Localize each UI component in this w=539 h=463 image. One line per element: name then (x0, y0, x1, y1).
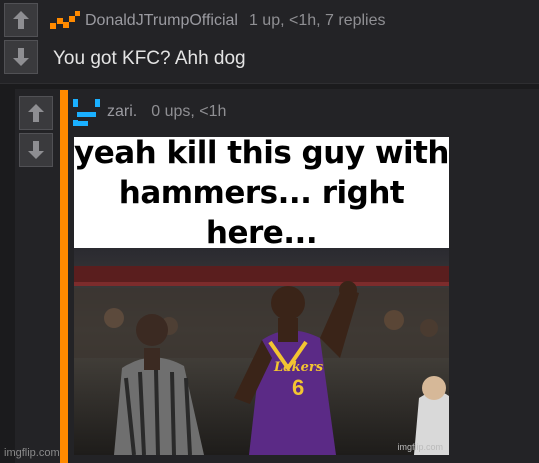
jersey-number: 6 (292, 375, 305, 400)
reply-stats: 0 ups, <1h (151, 103, 227, 120)
reply-vote-controls (19, 96, 53, 167)
imgflip-watermark: imgflip.com (4, 447, 60, 459)
reply-thread-bar (60, 90, 68, 463)
downvote-button[interactable] (4, 40, 38, 74)
vote-controls (4, 3, 38, 74)
arrow-down-icon (28, 141, 44, 159)
blue-bracket-avatar-icon[interactable] (73, 99, 101, 127)
comment-top: DonaldJTrumpOfficial 1 up, <1h, 7 replies… (0, 0, 539, 84)
meme-caption-line-2: hammers... right here... (118, 174, 405, 251)
comment-meta: DonaldJTrumpOfficial 1 up, <1h, 7 replies (85, 12, 386, 30)
upvote-button[interactable] (4, 3, 38, 37)
arrow-up-icon (13, 11, 29, 29)
basketball-photo (74, 248, 449, 455)
arrow-down-icon (13, 48, 29, 66)
comment-text: You got KFC? Ahh dog (53, 48, 246, 69)
reply-upvote-button[interactable] (19, 96, 53, 130)
meme-caption: yeah kill this guy with hammers... right… (74, 137, 449, 251)
comment-stats: 1 up, <1h, 7 replies (248, 12, 386, 29)
reply-meta: zari. 0 ups, <1h (107, 103, 226, 121)
meme-watermark: imgflip.com (397, 442, 443, 452)
meme-image[interactable]: yeah kill this guy with hammers... right… (74, 137, 449, 455)
reply-downvote-button[interactable] (19, 133, 53, 167)
orange-check-avatar-icon[interactable] (49, 10, 81, 32)
arrow-up-icon (28, 104, 44, 122)
meme-caption-line-1: yeah kill this guy with (74, 137, 449, 171)
jersey-text: Lakers (274, 360, 324, 375)
reply-username-link[interactable]: zari. (107, 103, 137, 120)
username-link[interactable]: DonaldJTrumpOfficial (85, 12, 238, 29)
